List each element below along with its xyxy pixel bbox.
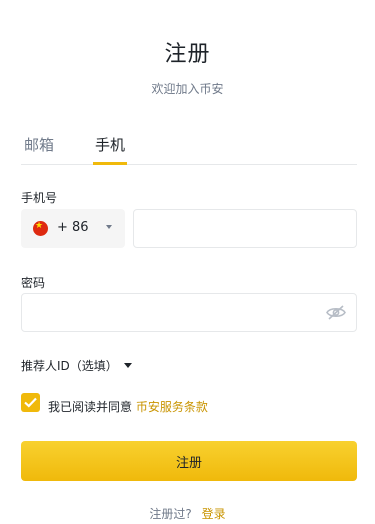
terms-link[interactable]: 币安服务条款 [136,400,208,414]
page-title: 注册 [164,42,211,67]
tab-email[interactable]: 邮箱 [24,134,54,164]
check-icon [24,397,37,408]
tab-phone[interactable]: 手机 [92,134,128,165]
password-input[interactable] [21,293,357,332]
login-prompt: 注册过? 登录 [0,505,375,522]
caret-down-icon[interactable] [124,363,132,368]
eye-hidden-icon[interactable] [326,305,346,320]
login-question: 注册过? [149,507,192,521]
chevron-down-icon [106,225,112,229]
phone-label: 手机号 [21,191,58,205]
agreement-checkbox[interactable] [21,393,40,412]
agreement-label: 我已阅读并同意 [48,400,133,414]
referral-toggle[interactable]: 推荐人ID（选填） [21,357,118,374]
register-button[interactable]: 注册 [21,441,357,481]
country-code-value: + 86 [57,220,89,235]
cn-flag-icon [33,221,48,236]
page-subtitle: 欢迎加入币安 [151,82,224,96]
phone-input[interactable] [133,209,357,248]
password-label: 密码 [21,276,46,290]
register-method-tabs: 邮箱 手机 [21,134,357,165]
agreement-text: 我已阅读并同意 币安服务条款 [48,398,208,415]
country-code-select[interactable]: + 86 [21,209,125,248]
login-link[interactable]: 登录 [202,507,226,521]
